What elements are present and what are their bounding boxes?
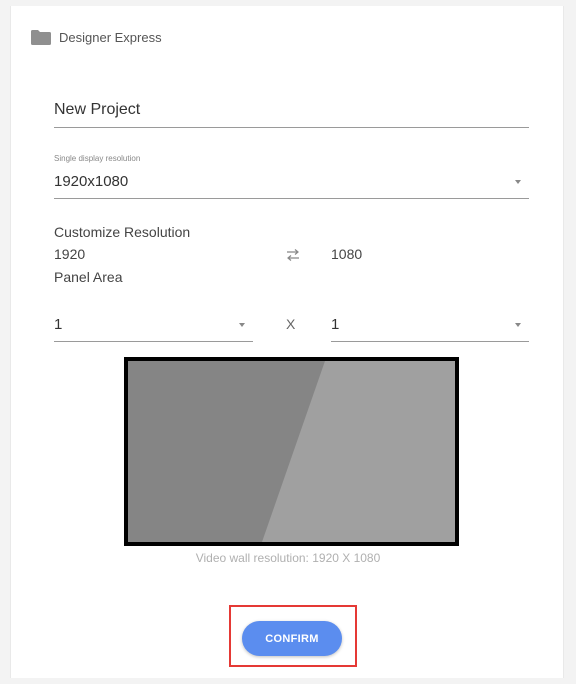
folder-icon <box>31 30 51 45</box>
custom-width-value[interactable]: 1920 <box>54 246 85 262</box>
custom-height-value[interactable]: 1080 <box>331 246 362 262</box>
chevron-down-icon[interactable] <box>515 323 521 327</box>
new-project-card: Designer Express Single display resoluti… <box>10 6 564 678</box>
chevron-down-icon[interactable] <box>239 323 245 327</box>
video-wall-preview <box>124 357 459 546</box>
app-header: Designer Express <box>31 30 162 45</box>
panel-columns-value: 1 <box>54 316 63 333</box>
video-wall-resolution-caption: Video wall resolution: 1920 X 1080 <box>195 551 381 565</box>
panel-area-label: Panel Area <box>54 269 123 285</box>
panel-rows-select[interactable]: 1 <box>331 306 529 342</box>
video-wall-panel <box>128 361 455 542</box>
chevron-down-icon[interactable] <box>515 180 521 184</box>
display-resolution-select[interactable]: Single display resolution 1920x1080 <box>54 154 529 199</box>
app-title: Designer Express <box>59 30 162 45</box>
panel-shading <box>128 361 325 542</box>
display-resolution-value: 1920x1080 <box>54 173 129 190</box>
confirm-button[interactable]: CONFIRM <box>242 621 342 656</box>
swap-arrows-icon[interactable] <box>285 248 301 262</box>
panel-rows-value: 1 <box>331 316 340 333</box>
panel-columns-select[interactable]: 1 <box>54 306 253 342</box>
customize-resolution-label: Customize Resolution <box>54 224 191 240</box>
project-name-input[interactable] <box>54 101 529 119</box>
project-name-field[interactable] <box>54 86 529 128</box>
display-resolution-label: Single display resolution <box>54 154 141 163</box>
panel-times-separator: X <box>286 316 296 332</box>
